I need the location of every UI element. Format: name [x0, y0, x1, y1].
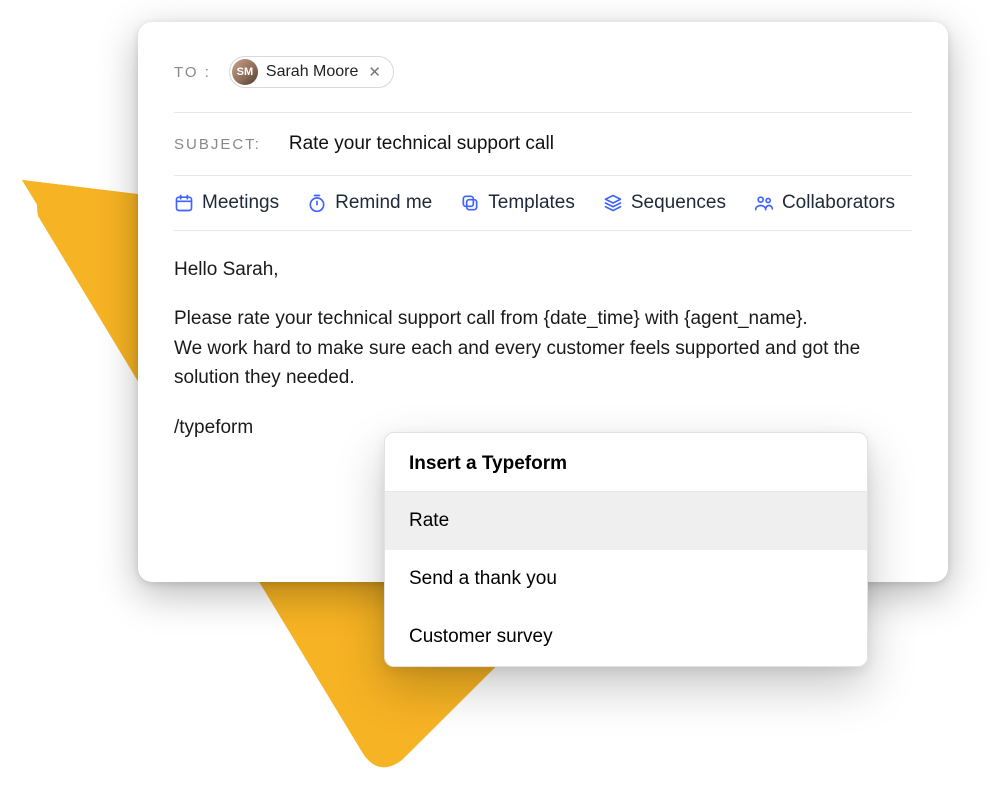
toolbar: Meetings Remind me Templates Sequences C…: [174, 176, 912, 231]
body-line1: Please rate your technical support call …: [174, 308, 808, 329]
body-line2: We work hard to make sure each and every…: [174, 338, 860, 388]
sequences-label: Sequences: [631, 192, 726, 214]
calendar-icon: [174, 193, 194, 213]
popup-item-rate[interactable]: Rate: [385, 492, 867, 550]
subject-row: SUBJECT: Rate your technical support cal…: [174, 113, 912, 176]
popup-item-thankyou[interactable]: Send a thank you: [385, 550, 867, 608]
to-row: TO : SM Sarah Moore ✕: [174, 56, 912, 113]
popup-title: Insert a Typeform: [385, 433, 867, 492]
collaborators-button[interactable]: Collaborators: [754, 192, 895, 214]
recipient-chip[interactable]: SM Sarah Moore ✕: [229, 56, 394, 88]
meetings-label: Meetings: [202, 192, 279, 214]
copy-icon: [460, 193, 480, 213]
body-paragraph: Please rate your technical support call …: [174, 304, 912, 392]
templates-button[interactable]: Templates: [460, 192, 575, 214]
email-body[interactable]: Hello Sarah, Please rate your technical …: [174, 231, 912, 442]
subject-input[interactable]: Rate your technical support call: [289, 133, 554, 155]
body-greeting: Hello Sarah,: [174, 255, 912, 284]
typeform-popup: Insert a Typeform Rate Send a thank you …: [384, 432, 868, 667]
stack-icon: [603, 193, 623, 213]
meetings-button[interactable]: Meetings: [174, 192, 279, 214]
popup-item-survey[interactable]: Customer survey: [385, 608, 867, 666]
avatar: SM: [232, 59, 258, 85]
stopwatch-icon: [307, 193, 327, 213]
collaborators-label: Collaborators: [782, 192, 895, 214]
sequences-button[interactable]: Sequences: [603, 192, 726, 214]
close-icon[interactable]: ✕: [366, 65, 383, 80]
people-icon: [754, 193, 774, 213]
to-label: TO :: [174, 64, 211, 81]
subject-label: SUBJECT:: [174, 136, 261, 153]
remind-label: Remind me: [335, 192, 432, 214]
templates-label: Templates: [488, 192, 575, 214]
remind-button[interactable]: Remind me: [307, 192, 432, 214]
recipient-name: Sarah Moore: [266, 63, 359, 81]
